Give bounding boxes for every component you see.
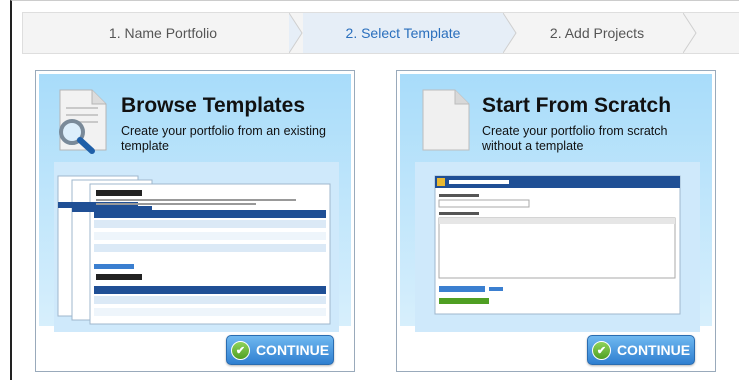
browse-templates-title: Browse Templates bbox=[121, 94, 306, 117]
browse-templates-panel: Browse Templates Create your portfolio f… bbox=[39, 74, 351, 332]
step-chevron-icon bbox=[683, 13, 697, 53]
step-chevron-icon bbox=[503, 13, 517, 53]
step-add-projects[interactable]: 2. Add Projects bbox=[517, 13, 677, 53]
checkmark-icon: ✔ bbox=[230, 340, 250, 360]
continue-label: CONTINUE bbox=[255, 342, 330, 358]
step-select-template[interactable]: 2. Select Template bbox=[303, 13, 503, 53]
template-preview-image bbox=[54, 162, 339, 332]
blank-document-icon bbox=[422, 89, 470, 151]
scratch-continue-button[interactable]: ✔ CONTINUE bbox=[587, 335, 695, 365]
browse-templates-description: Create your portfolio from an existing t… bbox=[121, 124, 326, 153]
scratch-preview-image bbox=[415, 162, 700, 332]
wizard-steps: 1. Name Portfolio 2. Select Template 2. … bbox=[22, 12, 739, 54]
start-from-scratch-description: Create your portfolio from scratch witho… bbox=[482, 124, 668, 153]
step-name-portfolio[interactable]: 1. Name Portfolio bbox=[43, 13, 283, 53]
start-from-scratch-card[interactable]: Start From Scratch Create your portfolio… bbox=[396, 70, 716, 372]
browse-templates-card[interactable]: Browse Templates Create your portfolio f… bbox=[35, 70, 355, 372]
checkmark-icon: ✔ bbox=[591, 340, 611, 360]
step-chevron-icon bbox=[289, 13, 303, 53]
document-search-icon bbox=[59, 89, 107, 154]
continue-label: CONTINUE bbox=[616, 342, 691, 358]
start-from-scratch-title: Start From Scratch bbox=[482, 94, 672, 117]
start-from-scratch-panel: Start From Scratch Create your portfolio… bbox=[400, 74, 712, 332]
browse-continue-button[interactable]: ✔ CONTINUE bbox=[226, 335, 334, 365]
